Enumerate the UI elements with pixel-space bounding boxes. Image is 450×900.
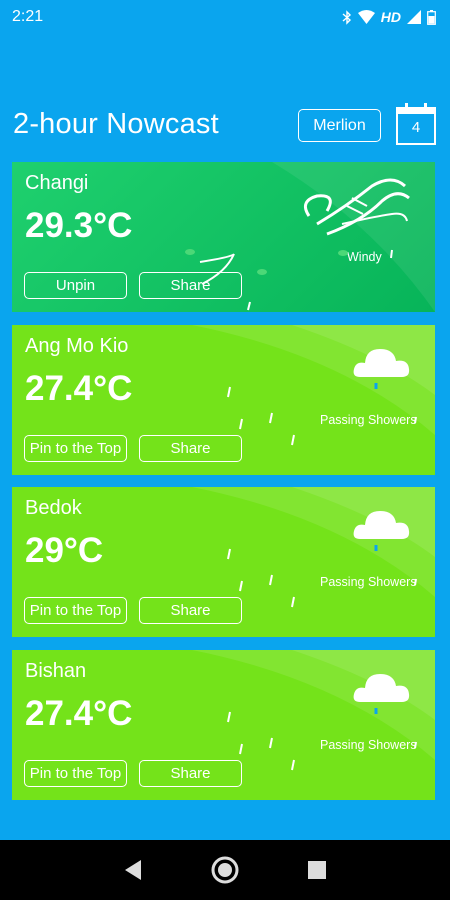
wifi-icon [357, 10, 375, 24]
pin-to-top-button[interactable]: Pin to the Top [24, 759, 127, 787]
calendar-day: 4 [411, 119, 421, 136]
calendar-button[interactable]: 4 [394, 102, 438, 146]
bluetooth-icon [342, 9, 351, 25]
battery-icon [427, 9, 436, 25]
forecast-card-changi[interactable]: Changi 29.3°C Windy Unpin Share [12, 162, 435, 312]
share-button[interactable]: Share [139, 597, 242, 624]
share-button[interactable]: Share [139, 759, 242, 787]
home-icon[interactable] [210, 855, 240, 885]
share-button[interactable]: Share [139, 434, 242, 462]
share-button[interactable]: Share [139, 272, 242, 299]
forecast-card-bedok[interactable]: Bedok 29°C Passing Showers Pin to the To… [12, 487, 435, 637]
back-icon[interactable] [123, 859, 143, 881]
status-time: 2:21 [12, 8, 44, 25]
unpin-button[interactable]: Unpin [24, 272, 127, 299]
status-icons: HD [342, 9, 436, 25]
network-type-label: HD [380, 9, 401, 25]
app-header: 2-hour Nowcast Merlion 4 [0, 100, 450, 152]
page-title: 2-hour Nowcast [13, 108, 219, 140]
system-navigation-bar [0, 840, 450, 900]
forecast-list: Changi 29.3°C Windy Unpin Share Ang Mo K… [12, 162, 435, 812]
pin-to-top-button[interactable]: Pin to the Top [24, 597, 127, 624]
forecast-card-ang-mo-kio[interactable]: Ang Mo Kio 27.4°C Passing Showers Pin to… [12, 324, 435, 475]
recents-icon[interactable] [307, 860, 327, 880]
merlion-mode-button[interactable]: Merlion [298, 109, 381, 142]
forecast-card-bishan[interactable]: Bishan 27.4°C Passing Showers Pin to the… [12, 649, 435, 800]
status-bar: 2:21 HD [0, 0, 450, 34]
signal-icon [407, 10, 421, 24]
pin-to-top-button[interactable]: Pin to the Top [24, 434, 127, 462]
